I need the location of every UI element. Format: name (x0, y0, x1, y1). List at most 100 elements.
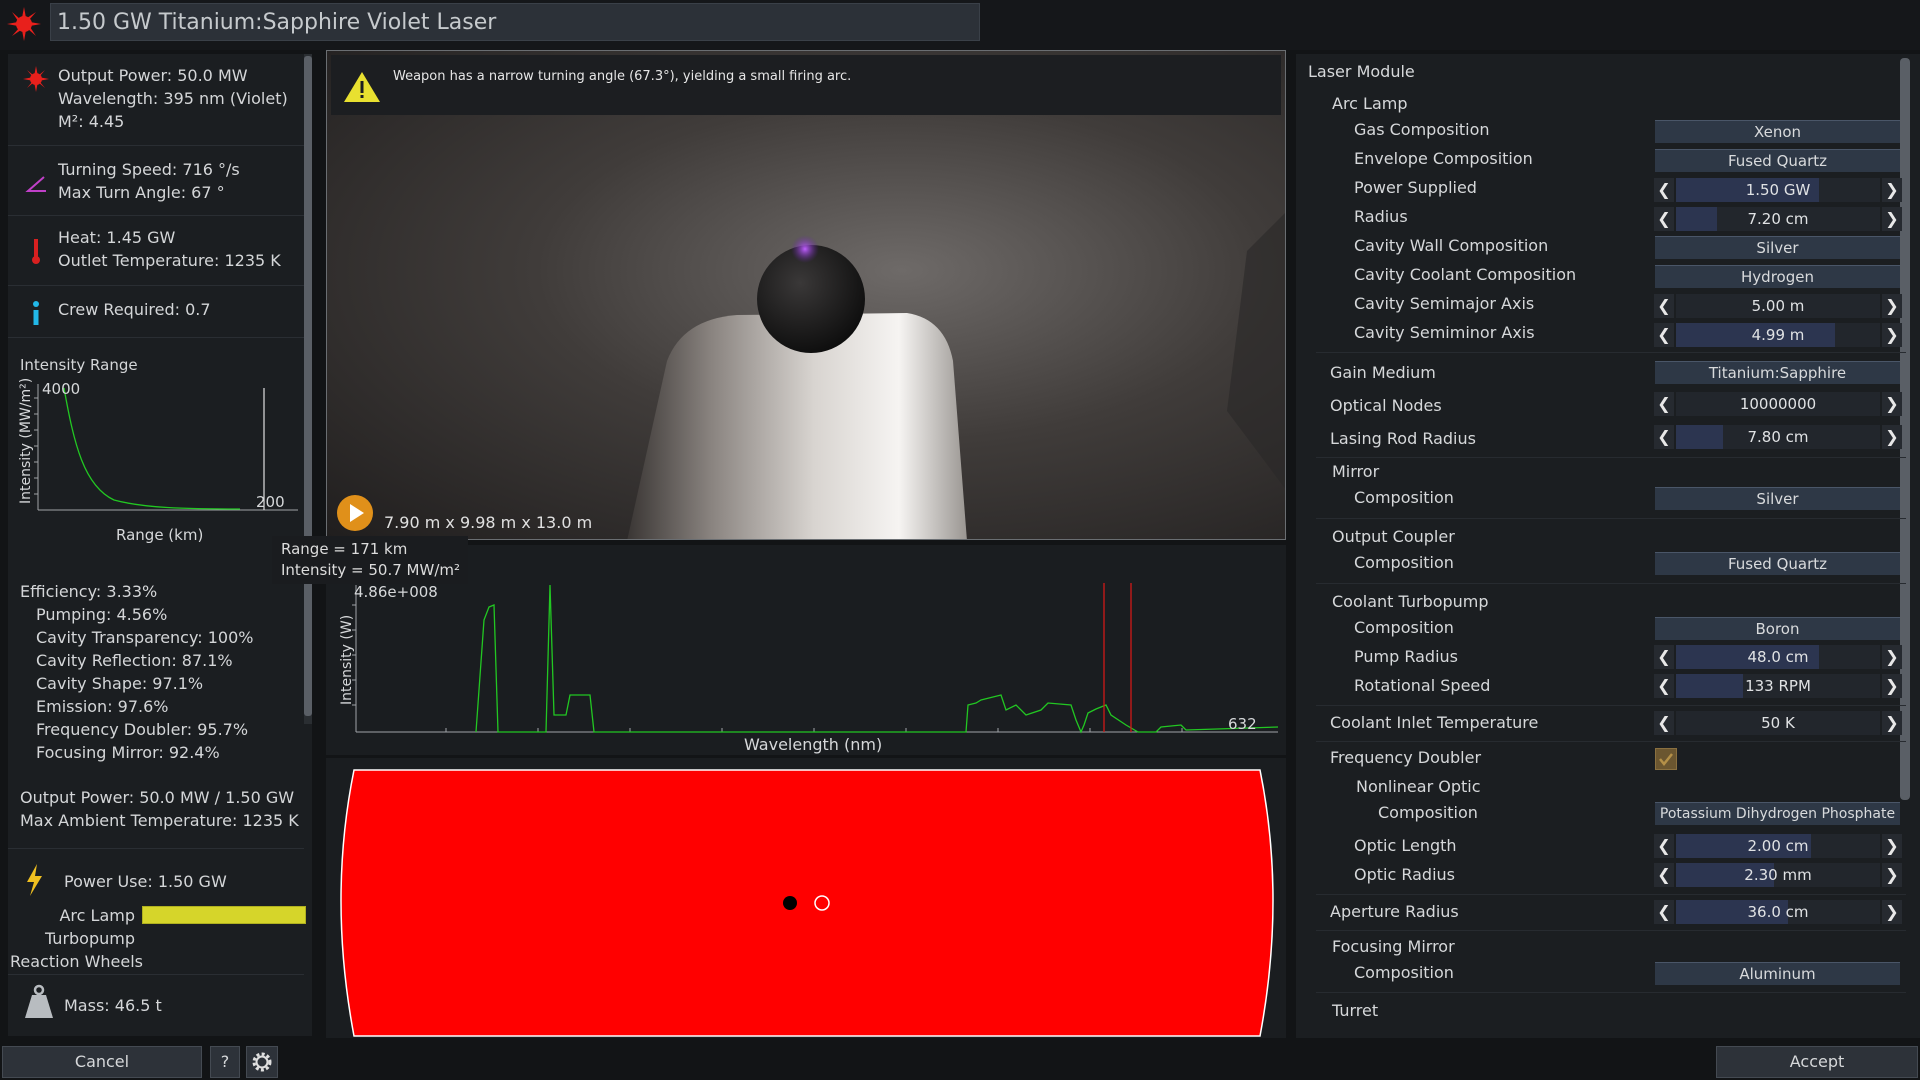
increase-button[interactable]: ❯ (1882, 392, 1902, 416)
increase-button[interactable]: ❯ (1882, 863, 1902, 887)
increase-button[interactable]: ❯ (1882, 645, 1902, 669)
max-turn-angle-stat: Max Turn Angle: 67 ° (58, 183, 225, 202)
increase-button[interactable]: ❯ (1882, 834, 1902, 858)
decrease-button[interactable]: ❮ (1654, 645, 1674, 669)
decrease-button[interactable]: ❮ (1654, 863, 1674, 887)
warning-icon (344, 72, 380, 102)
play-button[interactable] (335, 493, 375, 533)
cancel-button[interactable]: Cancel (2, 1046, 202, 1078)
cavity-wall-label: Cavity Wall Composition (1354, 236, 1549, 255)
spectrum-y-label: Intensity (W) (339, 615, 355, 705)
decrease-button[interactable]: ❮ (1654, 178, 1674, 202)
nonlinear-composition-select[interactable]: Potassium Dihydrogen Phosphate (1655, 802, 1900, 825)
increase-button[interactable]: ❯ (1882, 294, 1902, 318)
stats-panel: Output Power: 50.0 MW Wavelength: 395 nm… (8, 54, 312, 1036)
arc-lamp-power-bar (142, 906, 306, 924)
stats-scrollbar[interactable] (304, 54, 312, 724)
increase-button[interactable]: ❯ (1882, 178, 1902, 202)
divider (1316, 518, 1906, 519)
increase-button[interactable]: ❯ (1882, 207, 1902, 231)
mirror-composition-select[interactable]: Silver (1655, 487, 1900, 510)
increase-button[interactable]: ❯ (1882, 711, 1902, 735)
radius-slider[interactable]: 7.20 cm (1676, 207, 1880, 231)
lasing-rod-radius-slider[interactable]: 7.80 cm (1676, 425, 1880, 449)
divider (1316, 705, 1906, 706)
pump-radius-slider[interactable]: 48.0 cm (1676, 645, 1880, 669)
frequency-doubler-checkbox[interactable] (1655, 748, 1677, 770)
lasing-rod-radius-label: Lasing Rod Radius (1330, 429, 1476, 448)
increase-button[interactable]: ❯ (1882, 900, 1902, 924)
power-supplied-stepper: ❮ 1.50 GW ❯ (1654, 178, 1902, 202)
optic-radius-slider[interactable]: 2.30 mm (1676, 863, 1880, 887)
cavity-wall-select[interactable]: Silver (1655, 236, 1900, 259)
crew-stats: Crew Required: 0.7 (8, 286, 304, 338)
increase-button[interactable]: ❯ (1882, 425, 1902, 449)
tooltip-range: Range = 171 km (281, 540, 408, 558)
power-supplied-label: Power Supplied (1354, 178, 1477, 197)
cavity-coolant-select[interactable]: Hydrogen (1655, 265, 1900, 288)
optic-length-stepper: ❮ 2.00 cm ❯ (1654, 834, 1902, 858)
tooltip-intensity: Intensity = 50.7 MW/m² (281, 561, 461, 579)
intensity-y-tick: 4000 (42, 380, 80, 398)
design-name-field[interactable]: 1.50 GW Titanium:Sapphire Violet Laser (50, 3, 980, 41)
decrease-button[interactable]: ❮ (1654, 392, 1674, 416)
optical-nodes-label: Optical Nodes (1330, 396, 1442, 415)
decrease-button[interactable]: ❮ (1654, 323, 1674, 347)
decrease-button[interactable]: ❮ (1654, 294, 1674, 318)
divider (8, 848, 304, 849)
summary-max-ambient: Max Ambient Temperature: 1235 K (20, 811, 299, 830)
power-supplied-slider[interactable]: 1.50 GW (1676, 178, 1880, 202)
optic-radius-stepper: ❮ 2.30 mm ❯ (1654, 863, 1902, 887)
coupler-composition-select[interactable]: Fused Quartz (1655, 552, 1900, 575)
thermometer-icon (32, 239, 40, 264)
efficiency-item: Cavity Reflection: 87.1% (36, 651, 233, 670)
stats-scrollbar-thumb[interactable] (304, 56, 312, 716)
divider (1316, 352, 1906, 353)
envelope-composition-select[interactable]: Fused Quartz (1655, 149, 1900, 172)
rotational-speed-slider[interactable]: 133 RPM (1676, 674, 1880, 698)
lightning-icon (27, 864, 42, 896)
intensity-y-label: Intensity (MW/m²) (18, 378, 34, 504)
design-name: 1.50 GW Titanium:Sapphire Violet Laser (57, 10, 497, 35)
optic-length-slider[interactable]: 2.00 cm (1676, 834, 1880, 858)
decrease-button[interactable]: ❮ (1654, 900, 1674, 924)
decrease-button[interactable]: ❮ (1654, 711, 1674, 735)
optical-nodes-stepper: ❮ 10000000 ❯ (1654, 392, 1902, 416)
semimajor-label: Cavity Semimajor Axis (1354, 294, 1535, 313)
optical-nodes-slider[interactable]: 10000000 (1676, 392, 1880, 416)
gain-medium-select[interactable]: Titanium:Sapphire (1655, 361, 1900, 384)
semiminor-slider[interactable]: 4.99 m (1676, 323, 1880, 347)
decrease-button[interactable]: ❮ (1654, 674, 1674, 698)
cavity-coolant-label: Cavity Coolant Composition (1354, 265, 1577, 284)
power-use-stat: Power Use: 1.50 GW (64, 872, 227, 891)
aperture-radius-stepper: ❮ 36.0 cm ❯ (1654, 900, 1902, 924)
decrease-button[interactable]: ❮ (1654, 834, 1674, 858)
coolant-inlet-slider[interactable]: 50 K (1676, 711, 1880, 735)
focusing-mirror-heading: Focusing Mirror (1332, 937, 1455, 956)
turret-model (627, 213, 1285, 539)
pump-radius-label: Pump Radius (1354, 647, 1458, 666)
increase-button[interactable]: ❯ (1882, 674, 1902, 698)
gas-composition-select[interactable]: Xenon (1655, 120, 1900, 143)
help-button[interactable]: ? (210, 1046, 240, 1078)
weapon-3d-viewport[interactable]: Weapon has a narrow turning angle (67.3°… (326, 50, 1286, 540)
lasing-rod-radius-stepper: ❮ 7.80 cm ❯ (1654, 425, 1902, 449)
settings-button[interactable] (246, 1046, 278, 1078)
focusing-composition-select[interactable]: Aluminum (1655, 962, 1900, 985)
coolant-turbopump-heading: Coolant Turbopump (1332, 592, 1489, 611)
decrease-button[interactable]: ❮ (1654, 425, 1674, 449)
beam-quality-stat: M²: 4.45 (58, 112, 125, 131)
divider (1316, 992, 1906, 993)
intensity-x-label: Range (km) (116, 526, 203, 544)
aperture-radius-slider[interactable]: 36.0 cm (1676, 900, 1880, 924)
output-stats: Output Power: 50.0 MW Wavelength: 395 nm… (8, 54, 304, 146)
increase-button[interactable]: ❯ (1882, 323, 1902, 347)
pump-composition-select[interactable]: Boron (1655, 617, 1900, 640)
turning-speed-stat: Turning Speed: 716 °/s (58, 160, 240, 179)
aperture-radius-label: Aperture Radius (1330, 902, 1459, 921)
semimajor-slider[interactable]: 5.00 m (1676, 294, 1880, 318)
decrease-button[interactable]: ❮ (1654, 207, 1674, 231)
divider (8, 974, 304, 975)
frequency-doubler-label: Frequency Doubler (1330, 748, 1482, 767)
accept-button[interactable]: Accept (1716, 1046, 1918, 1078)
